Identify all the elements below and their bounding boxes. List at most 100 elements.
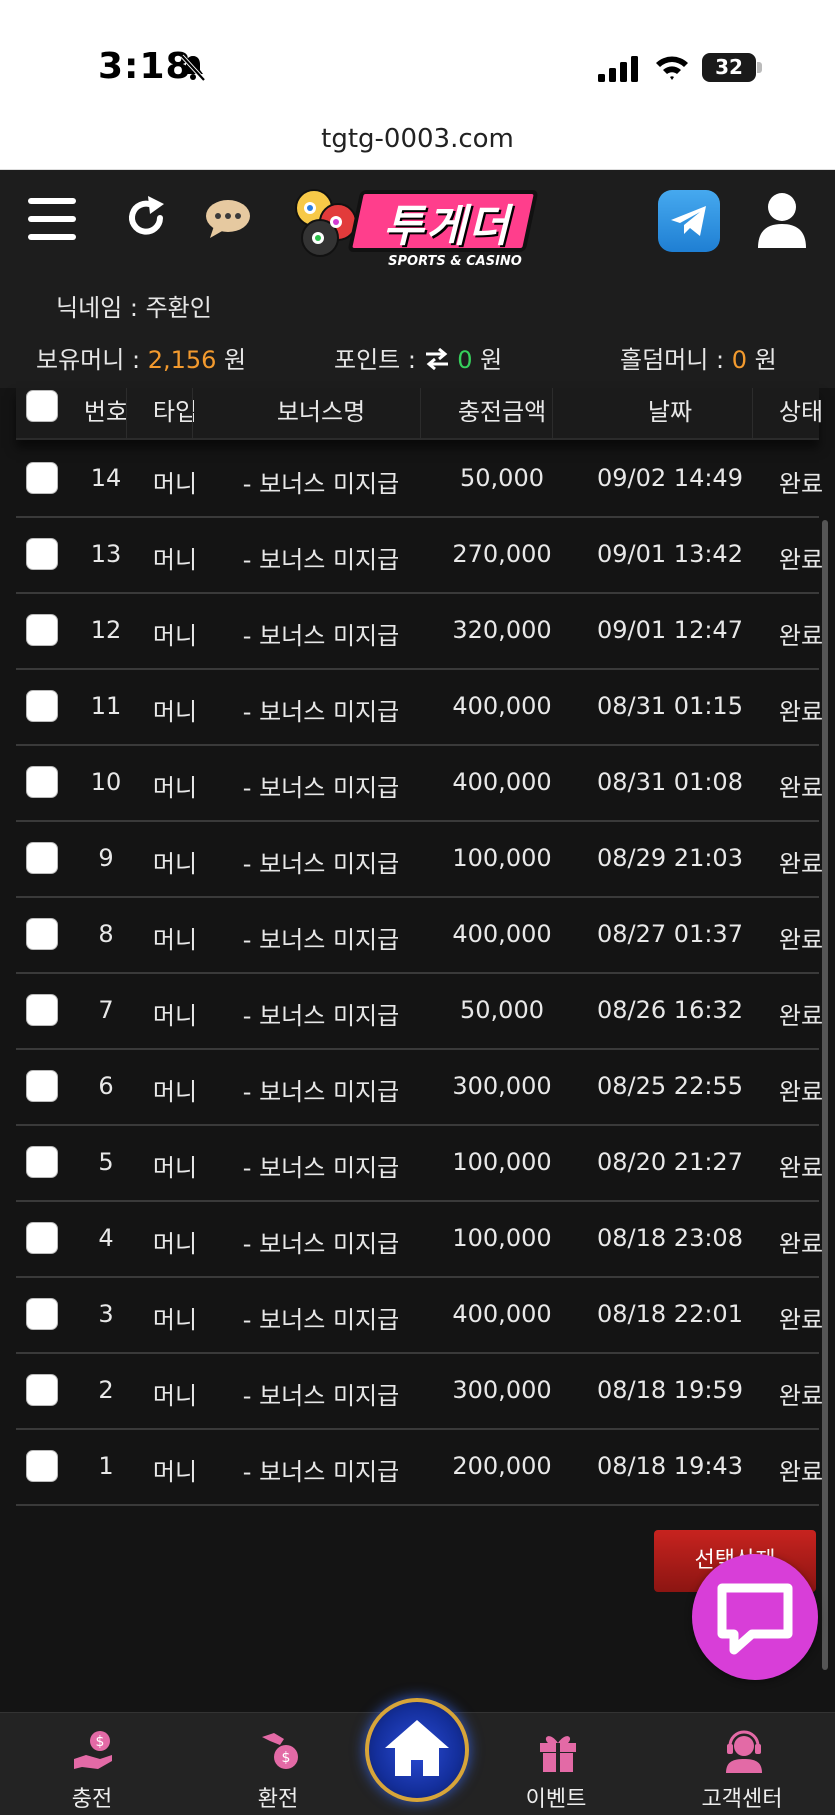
table-row[interactable]: 7 머니 - 보너스 미지급 50,000 08/26 16:32 완료 [16,974,823,1050]
header-bonus-name: 보너스명 [276,398,366,426]
cell-bonus-name: - 보너스 미지급 [242,1230,400,1258]
cell-bonus-name: - 보너스 미지급 [242,1458,400,1486]
browser-url-bar[interactable]: tgtg-0003.com [0,110,835,170]
table-row[interactable]: 10 머니 - 보너스 미지급 400,000 08/31 01:08 완료 [16,746,823,822]
cell-amount: 50,000 [460,996,544,1024]
cell-bonus-name: - 보너스 미지급 [242,926,400,954]
nav-deposit-label: 충전 [71,1787,113,1812]
row-checkbox[interactable] [26,1374,58,1406]
holdem-unit: 원 [754,346,777,374]
cell-date: 08/18 19:59 [597,1376,743,1404]
cell-date: 08/20 21:27 [597,1148,743,1176]
select-all-checkbox[interactable] [26,390,58,422]
row-checkbox[interactable] [26,918,58,950]
table-row[interactable]: 11 머니 - 보너스 미지급 400,000 08/31 01:15 완료 [16,670,823,746]
cell-amount: 50,000 [460,464,544,492]
nav-withdraw[interactable]: $ 환전 [218,1729,338,1815]
holdem-balance: 홀덤머니 : 0 원 [620,340,777,375]
table-row[interactable]: 12 머니 - 보너스 미지급 320,000 09/01 12:47 완료 [16,594,823,670]
nav-deposit[interactable]: $ 충전 [32,1729,152,1815]
row-checkbox[interactable] [26,766,58,798]
cell-amount: 320,000 [452,616,552,644]
site-header: 투게더 SPORTS & CASINO 닉네임 : 주환인 보유머니 : 2,1… [0,170,835,388]
row-checkbox[interactable] [26,994,58,1026]
cell-amount: 300,000 [452,1072,552,1100]
site-logo[interactable]: 투게더 SPORTS & CASINO [292,178,542,270]
cell-date: 08/25 22:55 [597,1072,743,1100]
row-checkbox[interactable] [26,1298,58,1330]
cellular-signal-icon [598,56,638,82]
header-divider [126,388,127,440]
cell-bonus-name: - 보너스 미지급 [242,698,400,726]
point-balance: 포인트 : 0 원 [334,340,502,375]
table-row[interactable]: 5 머니 - 보너스 미지급 100,000 08/20 21:27 완료 [16,1126,823,1202]
battery-icon: 32 [702,53,762,82]
cell-date: 09/02 14:49 [597,464,743,492]
cell-amount: 100,000 [452,844,552,872]
status-bar: 3:18 32 [0,0,835,110]
table-row[interactable]: 14 머니 - 보너스 미지급 50,000 09/02 14:49 완료 [16,442,823,518]
cell-amount: 400,000 [452,920,552,948]
table-row[interactable]: 13 머니 - 보너스 미지급 270,000 09/01 13:42 완료 [16,518,823,594]
nav-support-label: 고객센터 [701,1787,783,1812]
cell-bonus-name: - 보너스 미지급 [242,850,400,878]
cell-date: 08/31 01:15 [597,692,743,720]
cell-date: 08/27 01:37 [597,920,743,948]
home-icon [385,1720,449,1776]
row-checkbox[interactable] [26,1222,58,1254]
bell-muted-icon [180,54,206,82]
nickname-label: 닉네임 : 주환인 [56,294,212,322]
home-button[interactable] [365,1698,469,1802]
live-chat-button[interactable] [692,1554,818,1680]
money-label: 보유머니 : [36,346,141,374]
nav-event[interactable]: 이벤트 [496,1729,616,1815]
header-amount: 충전금액 [457,398,547,426]
chat-bubble-icon[interactable] [204,198,252,238]
logo-subtitle: SPORTS & CASINO [388,254,522,269]
table-row[interactable]: 1 머니 - 보너스 미지급 200,000 08/18 19:43 완료 [16,1430,823,1506]
table-row[interactable]: 8 머니 - 보너스 미지급 400,000 08/27 01:37 완료 [16,898,823,974]
exchange-arrows-icon[interactable] [424,347,450,371]
gift-icon [540,1736,576,1772]
withdraw-icon: $ [262,1733,298,1769]
hamburger-menu-icon[interactable] [28,198,76,240]
cell-amount: 400,000 [452,692,552,720]
logo-name: 투게더 [383,201,511,252]
cell-bonus-name: - 보너스 미지급 [242,1306,400,1334]
cell-status: 완료 [778,470,824,498]
table-row[interactable]: 9 머니 - 보너스 미지급 100,000 08/29 21:03 완료 [16,822,823,898]
money-balance: 보유머니 : 2,156 원 [36,340,246,375]
row-checkbox[interactable] [26,842,58,874]
cell-amount: 200,000 [452,1452,552,1480]
cell-bonus-name: - 보너스 미지급 [242,1154,400,1182]
telegram-icon[interactable] [658,190,720,252]
cell-bonus-name: - 보너스 미지급 [242,774,400,802]
table-header: 번호 타입 보너스명 충전금액 날짜 상태 [16,388,823,440]
row-checkbox[interactable] [26,614,58,646]
nav-withdraw-label: 환전 [257,1787,299,1812]
row-checkbox[interactable] [26,1450,58,1482]
cell-bonus-name: - 보너스 미지급 [242,1078,400,1106]
cell-date: 08/26 16:32 [597,996,743,1024]
page-scrollbar[interactable] [822,520,828,1670]
table-row[interactable]: 6 머니 - 보너스 미지급 300,000 08/25 22:55 완료 [16,1050,823,1126]
row-checkbox[interactable] [26,690,58,722]
battery-level: 32 [715,55,743,79]
cell-amount: 100,000 [452,1148,552,1176]
table-row[interactable]: 3 머니 - 보너스 미지급 400,000 08/18 22:01 완료 [16,1278,823,1354]
user-profile-icon[interactable] [756,192,808,248]
row-checkbox[interactable] [26,538,58,570]
row-checkbox[interactable] [26,1070,58,1102]
refresh-icon[interactable] [122,194,170,242]
table-row[interactable]: 4 머니 - 보너스 미지급 100,000 08/18 23:08 완료 [16,1202,823,1278]
row-checkbox[interactable] [26,462,58,494]
cell-amount: 100,000 [452,1224,552,1252]
table-row[interactable]: 2 머니 - 보너스 미지급 300,000 08/18 19:59 완료 [16,1354,823,1430]
nav-support[interactable]: 고객센터 [682,1729,802,1815]
row-checkbox[interactable] [26,1146,58,1178]
support-icon [726,1730,762,1773]
header-status: 상태 [778,398,824,426]
money-unit: 원 [224,346,247,374]
holdem-label: 홀덤머니 : [620,346,725,374]
cell-amount: 300,000 [452,1376,552,1404]
